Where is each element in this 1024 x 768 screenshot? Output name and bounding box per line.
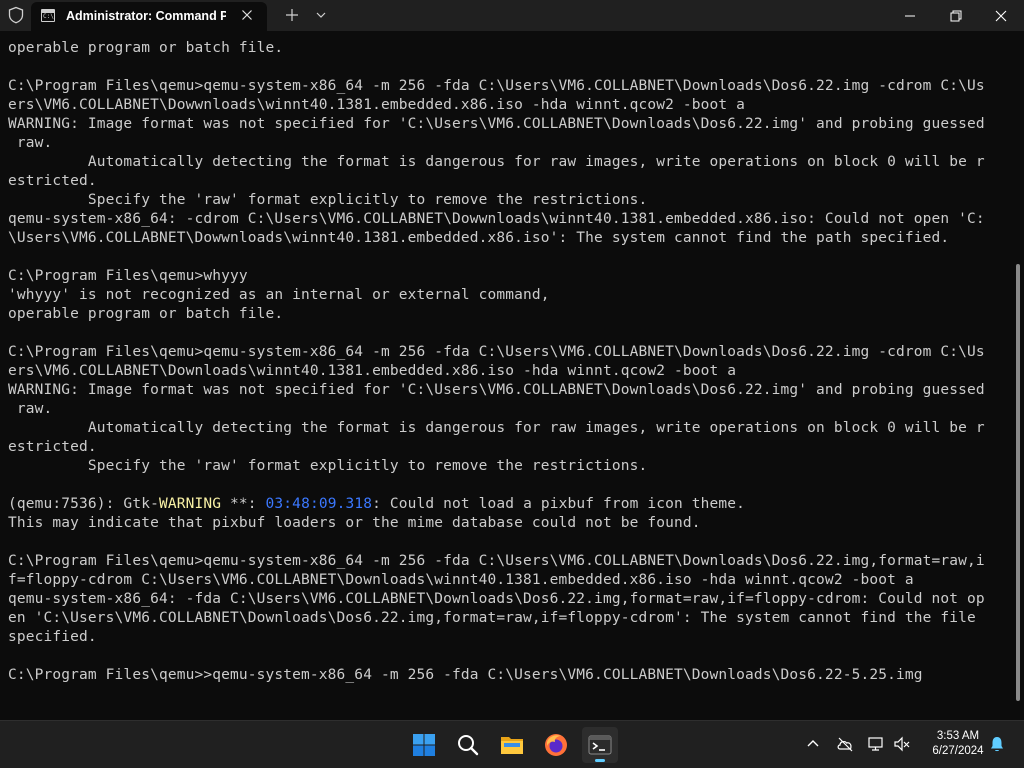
terminal-text: \Users\VM6.COLLABNET\Dowwnloads\winnt40.… xyxy=(8,230,950,246)
terminal-line: Automatically detecting the format is da… xyxy=(8,419,985,438)
clock-time: 3:53 AM xyxy=(936,730,980,742)
command-prompt-icon-text: C:\ xyxy=(43,13,54,20)
terminal-text: ers\VM6.COLLABNET\Dowwnloads\winnt40.138… xyxy=(8,97,746,113)
terminal-button[interactable] xyxy=(582,727,618,763)
search-button[interactable] xyxy=(450,727,486,763)
terminal-line: C:\Program Files\qemu>qemu-system-x86_64… xyxy=(8,552,985,571)
terminal-text: 'whyyy' is not recognized as an internal… xyxy=(8,287,550,303)
terminal-text: Automatically detecting the format is da… xyxy=(8,154,985,170)
restore-icon xyxy=(950,10,962,22)
taskbar: 3:53 AM 6/27/2024 xyxy=(0,720,1024,768)
restore-button[interactable] xyxy=(933,0,979,31)
terminal-text: operable program or batch file. xyxy=(8,40,284,56)
terminal-text: Specify the 'raw' format explicitly to r… xyxy=(8,192,648,208)
terminal-line: This may indicate that pixbuf loaders or… xyxy=(8,514,701,533)
minimize-button[interactable] xyxy=(887,0,933,31)
firefox-icon xyxy=(545,734,567,756)
terminal-text: en 'C:\Users\VM6.COLLABNET\Downloads\Dos… xyxy=(8,610,976,626)
terminal-line: estricted. xyxy=(8,172,97,191)
terminal-output[interactable]: operable program or batch file. C:\Progra… xyxy=(0,31,1014,726)
file-explorer-button[interactable] xyxy=(494,727,530,763)
close-icon xyxy=(995,10,1007,22)
terminal-text: qemu-system-x86_64: -fda C:\Users\VM6.CO… xyxy=(8,591,985,607)
cloud-offline-icon[interactable] xyxy=(836,735,854,753)
terminal-line: raw. xyxy=(8,400,52,419)
chevron-down-icon[interactable] xyxy=(314,8,328,22)
terminal-line: C:\Program Files\qemu>qemu-system-x86_64… xyxy=(8,343,985,362)
terminal-line: \Users\VM6.COLLABNET\Dowwnloads\winnt40.… xyxy=(8,229,949,248)
terminal-line: en 'C:\Users\VM6.COLLABNET\Downloads\Dos… xyxy=(8,609,976,628)
terminal-line: raw. xyxy=(8,134,52,153)
terminal-text: estricted. xyxy=(8,439,97,455)
close-tab-icon[interactable] xyxy=(239,7,255,23)
scrollbar-thumb[interactable] xyxy=(1016,264,1020,701)
terminal-text: WARNING: Image format was not specified … xyxy=(8,116,985,132)
clock-date: 6/27/2024 xyxy=(932,745,984,757)
notification-bell-icon[interactable] xyxy=(988,735,1006,753)
terminal-line: qemu-system-x86_64: -fda C:\Users\VM6.CO… xyxy=(8,590,985,609)
command-prompt-icon: C:\ xyxy=(41,9,55,22)
search-icon xyxy=(458,735,479,756)
terminal-line: C:\Program Files\qemu>>qemu-system-x86_6… xyxy=(8,666,923,685)
network-icon[interactable] xyxy=(867,735,885,753)
terminal-line: qemu-system-x86_64: -cdrom C:\Users\VM6.… xyxy=(8,210,985,229)
close-window-button[interactable] xyxy=(978,0,1024,31)
terminal-text: C:\Program Files\qemu>qemu-system-x86_64… xyxy=(8,78,985,94)
terminal-text: C:\Program Files\qemu>qemu-system-x86_64… xyxy=(8,553,985,569)
terminal-text: WARNING: Image format was not specified … xyxy=(8,382,985,398)
minimize-icon xyxy=(905,15,915,17)
folder-icon xyxy=(501,737,523,754)
terminal-line: ers\VM6.COLLABNET\Downloads\winnt40.1381… xyxy=(8,362,736,381)
terminal-text: raw. xyxy=(8,135,53,151)
terminal-line: 'whyyy' is not recognized as an internal… xyxy=(8,286,550,305)
terminal-text: ers\VM6.COLLABNET\Downloads\winnt40.1381… xyxy=(8,363,737,379)
terminal-text: (qemu:7536): Gtk- xyxy=(8,496,159,512)
terminal-text: C:\Program Files\qemu>qemu-system-x86_64… xyxy=(8,344,985,360)
volume-muted-icon[interactable] xyxy=(893,735,911,753)
terminal-text: Automatically detecting the format is da… xyxy=(8,420,985,436)
terminal-text: This may indicate that pixbuf loaders or… xyxy=(8,515,701,531)
terminal-icon xyxy=(588,735,612,755)
terminal-text: C:\Program Files\qemu>whyyy xyxy=(8,268,248,284)
terminal-line: (qemu:7536): Gtk-WARNING **: 03:48:09.31… xyxy=(8,495,745,514)
chevron-up-icon[interactable] xyxy=(804,735,822,753)
terminal-line: C:\Program Files\qemu>qemu-system-x86_64… xyxy=(8,77,985,96)
terminal-text: **: xyxy=(221,496,266,512)
terminal-text: C:\Program Files\qemu>>qemu-system-x86_6… xyxy=(8,667,923,683)
terminal-line: specified. xyxy=(8,628,97,647)
terminal-text: specified. xyxy=(8,629,97,645)
timestamp-text: 03:48:09.318 xyxy=(265,496,373,512)
shield-icon xyxy=(8,6,24,24)
firefox-button[interactable] xyxy=(538,727,574,763)
terminal-line: WARNING: Image format was not specified … xyxy=(8,381,985,400)
new-tab-icon[interactable] xyxy=(284,7,300,23)
terminal-line: operable program or batch file. xyxy=(8,305,283,324)
terminal-text: raw. xyxy=(8,401,53,417)
terminal-text: Specify the 'raw' format explicitly to r… xyxy=(8,458,648,474)
terminal-text: operable program or batch file. xyxy=(8,306,284,322)
terminal-text: qemu-system-x86_64: -cdrom C:\Users\VM6.… xyxy=(8,211,985,227)
system-clock[interactable]: 3:53 AM 6/27/2024 xyxy=(918,729,998,759)
start-button[interactable] xyxy=(406,727,442,763)
terminal-line: Automatically detecting the format is da… xyxy=(8,153,985,172)
title-bar[interactable]: C:\ Administrator: Command Pro xyxy=(0,0,1024,31)
terminal-line: ers\VM6.COLLABNET\Dowwnloads\winnt40.138… xyxy=(8,96,745,115)
terminal-line: Specify the 'raw' format explicitly to r… xyxy=(8,191,647,210)
warning-text: WARNING xyxy=(158,496,222,512)
terminal-tab[interactable]: C:\ Administrator: Command Pro xyxy=(31,2,267,31)
terminal-line: operable program or batch file. xyxy=(8,39,283,58)
windows-logo-icon xyxy=(413,734,435,756)
active-app-indicator xyxy=(595,759,605,762)
terminal-line: C:\Program Files\qemu>whyyy xyxy=(8,267,248,286)
terminal-text: : Could not load a pixbuf from icon them… xyxy=(372,496,746,512)
terminal-line: Specify the 'raw' format explicitly to r… xyxy=(8,457,647,476)
terminal-line: f=floppy-cdrom C:\Users\VM6.COLLABNET\Do… xyxy=(8,571,914,590)
terminal-text: estricted. xyxy=(8,173,97,189)
terminal-text: f=floppy-cdrom C:\Users\VM6.COLLABNET\Do… xyxy=(8,572,914,588)
tab-title: Administrator: Command Pro xyxy=(66,9,226,23)
terminal-line: estricted. xyxy=(8,438,97,457)
terminal-line: WARNING: Image format was not specified … xyxy=(8,115,985,134)
